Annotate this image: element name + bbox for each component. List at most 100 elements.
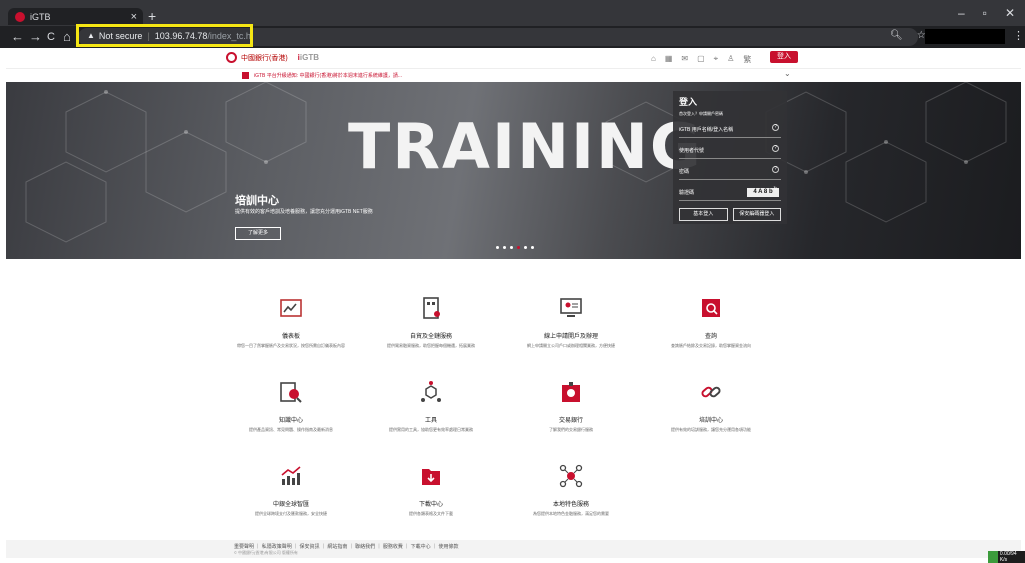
captcha-field[interactable]: 驗證碼 4 A 8 b ↻ bbox=[679, 180, 781, 201]
header-login-button[interactable]: 登入 bbox=[770, 51, 798, 63]
service-name: 下載中心 bbox=[418, 502, 443, 508]
refresh-icon[interactable]: ↻ bbox=[772, 187, 779, 194]
token-login-button[interactable]: 保安編碼器登入 bbox=[732, 208, 781, 221]
bank-building-icon bbox=[562, 382, 580, 402]
carousel-dot[interactable] bbox=[531, 246, 534, 249]
footer-links[interactable]: 重要聲明 ｜ 私隱政策聲明 ｜ 保安資訊 ｜ 網站指南 ｜ 聯絡我們 ｜ 服務收… bbox=[234, 543, 458, 550]
service-desc: 提供實用的工具，協助您更有效率處理日常業務 bbox=[389, 427, 473, 432]
carousel-dot-active[interactable] bbox=[517, 246, 520, 249]
learn-more-button[interactable]: 了解更多 bbox=[235, 227, 281, 240]
restore-icon[interactable]: ▫ bbox=[983, 6, 987, 20]
browser-tab[interactable]: iGTB × bbox=[8, 8, 143, 25]
location-icon[interactable]: ⌖ bbox=[714, 54, 719, 65]
bank-logo[interactable]: 中國銀行(香港) iiGTB bbox=[226, 52, 319, 63]
building-icon bbox=[423, 297, 440, 319]
network-indicator-icon bbox=[988, 551, 998, 563]
tab-close-icon[interactable]: × bbox=[131, 11, 137, 23]
service-item[interactable]: 工具 提供實用的工具，協助您更有效率處理日常業務 bbox=[366, 380, 496, 433]
service-name: 線上申請開戶及辦理 bbox=[543, 334, 598, 340]
notice-icon bbox=[242, 72, 249, 79]
service-item[interactable]: 線上申請開戶及辦理 網上申請開立公司戶口或辦理相關業務，方便快捷 bbox=[506, 296, 636, 349]
carousel-dot[interactable] bbox=[510, 246, 513, 249]
tab-title: iGTB bbox=[30, 11, 51, 22]
mail-icon[interactable]: ✉ bbox=[681, 54, 688, 65]
help-icon[interactable]: ? bbox=[772, 145, 779, 152]
service-desc: 提供各類表格及文件下載 bbox=[409, 511, 453, 516]
user-icon[interactable]: ♙ bbox=[727, 54, 734, 65]
service-item[interactable]: 知識中心 提供產品資訊、常見問題、操作指南及最新消息 bbox=[226, 380, 356, 433]
carousel-dot[interactable] bbox=[524, 246, 527, 249]
service-name: 交易銀行 bbox=[558, 418, 583, 424]
favicon-icon bbox=[15, 11, 25, 22]
profile-redacted[interactable] bbox=[925, 29, 1005, 44]
growth-chart-icon bbox=[281, 466, 301, 485]
username-field[interactable]: iGTB 用戶名稱/登入名稱 ? bbox=[679, 117, 781, 138]
dashboard-icon bbox=[280, 299, 302, 317]
service-item[interactable]: 本地特色服務 為您提供本地特色金融服務，滿足您的需要 bbox=[506, 464, 636, 517]
service-desc: 查詢賬戶結餘及交易記錄，助您掌握資金流向 bbox=[671, 343, 751, 348]
service-name: 知識中心 bbox=[278, 418, 303, 424]
help-icon[interactable]: ? bbox=[772, 124, 779, 131]
home-icon[interactable]: ⌂ bbox=[63, 29, 71, 45]
network-speed-widget: 0.00/94 K/s bbox=[988, 551, 1025, 563]
browser-chrome: iGTB × + – ▫ ✕ ← → C ⌂ ▲ Not secure | 10… bbox=[0, 0, 1025, 48]
service-desc: 提供有效的培訓服務，讓您充分運用各項功能 bbox=[671, 427, 751, 432]
login-panel: 登入 首次登入？申請開戶密碼 iGTB 用戶名稱/登入名稱 ? 使用者代號 ? … bbox=[673, 91, 787, 224]
carousel-dot[interactable] bbox=[503, 246, 506, 249]
reload-icon[interactable]: C bbox=[47, 29, 55, 45]
minimize-icon[interactable]: – bbox=[958, 6, 965, 20]
service-desc: 為您提供本地特色金融服務，滿足您的需要 bbox=[533, 511, 609, 516]
service-item[interactable]: 交易銀行 了解我們的交易銀行服務 bbox=[506, 380, 636, 433]
url-separator: | bbox=[147, 30, 150, 41]
security-label: Not secure bbox=[98, 30, 143, 41]
username-label: iGTB 用戶名稱/登入名稱 bbox=[679, 127, 734, 133]
service-name: 自貿及全鏈服務 bbox=[409, 334, 452, 340]
tools-network-icon bbox=[421, 381, 441, 402]
service-name: 中銀全球智匯 bbox=[272, 502, 309, 508]
download-folder-icon bbox=[422, 469, 440, 485]
language-icon[interactable]: 繁 bbox=[743, 54, 751, 65]
chevron-down-icon[interactable]: ⌄ bbox=[784, 69, 791, 78]
password-field[interactable]: 密碼 ? bbox=[679, 159, 781, 180]
window-controls: – ▫ ✕ bbox=[958, 6, 1015, 20]
service-desc: 提供貿易融資服務，助您把握每個機遇，拓展業務 bbox=[387, 343, 475, 348]
service-item[interactable]: 自貿及全鏈服務 提供貿易融資服務，助您把握每個機遇，拓展業務 bbox=[366, 296, 496, 349]
service-item[interactable]: 儀表板 帶您一目了然掌握賬戶及交易狀況，按您所需自訂儀表板內容 bbox=[226, 296, 356, 349]
warning-icon: ▲ bbox=[87, 31, 95, 40]
login-title: 登入 bbox=[679, 97, 698, 107]
back-icon[interactable]: ← bbox=[11, 29, 24, 45]
brand-text: 中國銀行(香港) bbox=[241, 54, 288, 62]
service-item[interactable]: 中銀全球智匯 提供全球跨境支付及匯款服務，安全快捷 bbox=[226, 464, 356, 517]
igtb-text: iGTB bbox=[299, 53, 320, 62]
close-window-icon[interactable]: ✕ bbox=[1005, 6, 1015, 20]
home-nav-icon[interactable]: ⌂ bbox=[651, 54, 656, 65]
forward-icon[interactable]: → bbox=[29, 29, 42, 45]
captcha-label: 驗證碼 bbox=[679, 190, 695, 196]
url-highlight[interactable]: ▲ Not secure | 103.96.74.78 /index_tc.ht… bbox=[76, 24, 253, 47]
calendar-icon[interactable]: ▦ bbox=[665, 54, 673, 65]
chain-link-icon bbox=[701, 386, 721, 398]
notice-bar: iGTB 平台升級通知: 中國銀行(香港)將於本週末進行系統維護，請... ⌄ bbox=[6, 68, 1021, 82]
help-icon[interactable]: ? bbox=[772, 166, 779, 173]
user-code-field[interactable]: 使用者代號 ? bbox=[679, 138, 781, 159]
carousel-dots bbox=[496, 246, 534, 249]
monitor-user-icon bbox=[560, 298, 582, 317]
carousel-dot[interactable] bbox=[496, 246, 499, 249]
service-desc: 了解我們的交易銀行服務 bbox=[549, 427, 593, 432]
igtb-logo: iiGTB bbox=[297, 53, 320, 62]
service-item[interactable]: 查詢 查詢賬戶結餘及交易記錄，助您掌握資金流向 bbox=[646, 296, 776, 349]
chat-icon[interactable]: ▢ bbox=[697, 54, 705, 65]
knowledge-search-icon bbox=[280, 382, 302, 403]
omnibox-actions: 🔍︎ ☆ bbox=[890, 30, 926, 41]
document-search-icon bbox=[702, 299, 720, 317]
zoom-icon[interactable]: 🔍︎ bbox=[890, 30, 903, 41]
service-item[interactable]: 培訓中心 提供有效的培訓服務，讓您充分運用各項功能 bbox=[646, 380, 776, 433]
url-path: /index_tc.html bbox=[207, 30, 253, 41]
browser-menu-icon[interactable]: ⋮ bbox=[1013, 29, 1024, 42]
new-tab-button[interactable]: + bbox=[148, 8, 156, 25]
network-speed-text: 0.00/94 K/s bbox=[999, 551, 1017, 563]
notice-text[interactable]: iGTB 平台升級通知: 中國銀行(香港)將於本週末進行系統維護，請... bbox=[254, 72, 402, 79]
service-item[interactable]: 下載中心 提供各類表格及文件下載 bbox=[366, 464, 496, 517]
basic-login-button[interactable]: 基本登入 bbox=[679, 208, 728, 221]
user-code-label: 使用者代號 bbox=[679, 148, 705, 154]
